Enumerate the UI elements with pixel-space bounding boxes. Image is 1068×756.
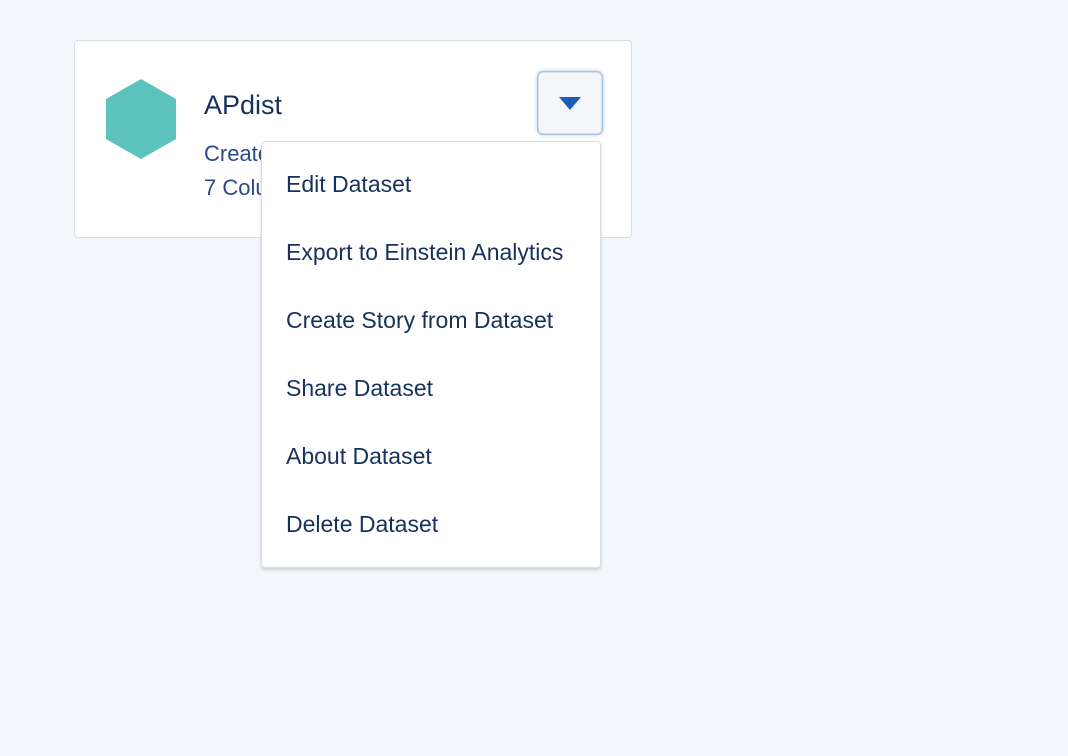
dataset-menu-button[interactable] bbox=[538, 72, 602, 134]
menu-item-create-story[interactable]: Create Story from Dataset bbox=[262, 286, 600, 354]
menu-item-delete-dataset[interactable]: Delete Dataset bbox=[262, 490, 600, 558]
menu-item-export-to-einstein-analytics[interactable]: Export to Einstein Analytics bbox=[262, 218, 600, 286]
dataset-title[interactable]: APdist bbox=[204, 88, 282, 122]
menu-item-edit-dataset[interactable]: Edit Dataset bbox=[262, 150, 600, 218]
dataset-dropdown-menu: Edit Dataset Export to Einstein Analytic… bbox=[261, 141, 601, 568]
dataset-hexagon-icon bbox=[106, 79, 176, 159]
menu-item-about-dataset[interactable]: About Dataset bbox=[262, 422, 600, 490]
chevron-down-icon bbox=[559, 97, 581, 110]
menu-item-share-dataset[interactable]: Share Dataset bbox=[262, 354, 600, 422]
